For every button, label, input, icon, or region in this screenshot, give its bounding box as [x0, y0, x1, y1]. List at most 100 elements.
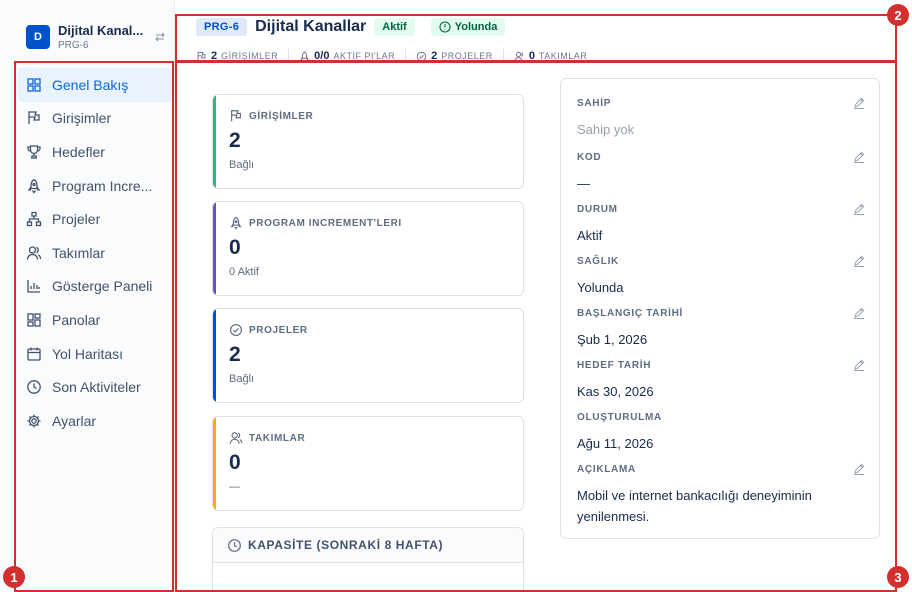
card-title: PROGRAM INCREMENT'LERI: [249, 217, 402, 229]
card-projeler[interactable]: PROJELER 2 Bağlı: [212, 308, 524, 403]
stat-label: AKTİF PI'LAR: [333, 51, 396, 61]
flag-icon: [231, 110, 241, 122]
field-label: AÇIKLAMA: [577, 464, 636, 475]
field-durum: DURUM Aktif: [577, 203, 865, 246]
project-avatar: D: [26, 25, 50, 49]
calendar-icon: [27, 347, 41, 361]
sidebar-item-ayarlar[interactable]: Ayarlar: [18, 404, 172, 438]
sidebar-item-label: Panolar: [52, 311, 101, 328]
sidebar-item-program-increment[interactable]: Program Incre...: [18, 169, 172, 203]
header-stats: 2 GİRİŞİMLER 0/0 AKTİF PI'LAR 2 PROJELER…: [196, 46, 896, 66]
stat-label: GİRİŞİMLER: [221, 51, 279, 61]
status-badge: Aktif: [374, 18, 415, 36]
field-label: BAŞLANGIÇ TARİHİ: [577, 308, 684, 319]
sidebar-item-label: Yol Haritası: [52, 345, 124, 362]
sidebar-item-son-aktiviteler[interactable]: Son Aktiviteler: [18, 370, 172, 404]
project-key: PRG-6: [58, 40, 89, 51]
stat-value: 2: [431, 50, 438, 62]
flag-icon: [28, 111, 40, 125]
title-row: PRG-6 Dijital Kanallar Aktif Yolunda: [196, 14, 896, 40]
check-circle-icon: [230, 324, 242, 336]
field-value: Şub 1, 2026: [577, 332, 648, 347]
card-value: 2: [229, 129, 241, 152]
field-label: HEDEF TARİH: [577, 360, 652, 371]
rocket-icon: [230, 216, 242, 230]
check-circle-icon: [416, 51, 427, 61]
field-aciklama: AÇIKLAMA Mobil ve internet bankacılığı d…: [577, 463, 865, 527]
project-switcher[interactable]: D Dijital Kanal... PRG-6: [26, 22, 168, 56]
field-value: Yolunda: [577, 280, 624, 295]
info-icon: [439, 21, 451, 33]
card-girisimler[interactable]: GİRİŞİMLER 2 Bağlı: [212, 94, 524, 189]
field-sahip: SAHİP Sahip yok: [577, 97, 865, 140]
switch-icon[interactable]: [154, 31, 166, 43]
sidebar-item-gosterge-paneli[interactable]: Gösterge Paneli: [18, 270, 172, 304]
clock-icon: [27, 380, 41, 394]
field-hedef-tarih: HEDEF TARİH Kas 30, 2026: [577, 359, 865, 402]
card-accent: [213, 309, 216, 402]
sidebar-item-takimlar[interactable]: Takımlar: [18, 236, 172, 270]
field-value: Ağu 11, 2026: [577, 436, 654, 451]
sidebar-item-panolar[interactable]: Panolar: [18, 303, 172, 337]
pencil-icon[interactable]: [853, 359, 865, 371]
card-header: TAKIMLAR: [229, 431, 305, 445]
pencil-icon[interactable]: [853, 203, 865, 215]
field-label: SAHİP: [577, 98, 612, 109]
card-value: 0: [229, 236, 241, 259]
sidebar-item-projeler[interactable]: Projeler: [18, 202, 172, 236]
trophy-icon: [27, 145, 41, 159]
pencil-icon[interactable]: [853, 255, 865, 267]
card-subtitle: 0 Aktif: [229, 266, 259, 278]
sidebar-nav: Genel Bakış Girişimler Hedefler Program …: [18, 68, 172, 438]
card-program-increments[interactable]: PROGRAM INCREMENT'LERI 0 0 Aktif: [212, 201, 524, 296]
sidebar-item-label: Girişimler: [52, 110, 112, 127]
field-label: OLUŞTURULMA: [577, 412, 662, 423]
page-header: PRG-6 Dijital Kanallar Aktif Yolunda 2 G…: [196, 14, 896, 63]
card-title: PROJELER: [249, 324, 308, 336]
annotation-marker-2: 2: [887, 4, 909, 26]
sidebar-item-label: Genel Bakış: [52, 76, 129, 93]
card-subtitle: Bağlı: [229, 373, 255, 385]
pencil-icon[interactable]: [853, 97, 865, 109]
card-accent: [213, 417, 216, 510]
field-value: Mobil ve internet bankacılığı deneyimini…: [577, 488, 812, 524]
rocket-icon: [27, 178, 41, 194]
stat-value: 2: [211, 50, 218, 62]
field-value: —: [577, 176, 590, 191]
pencil-icon[interactable]: [853, 307, 865, 319]
sidebar-item-genel-bakis[interactable]: Genel Bakış: [18, 68, 172, 102]
grid-icon: [27, 78, 41, 92]
field-olusturulma: OLUŞTURULMA Ağu 11, 2026: [577, 411, 865, 454]
pencil-icon[interactable]: [853, 463, 865, 475]
sidebar-item-label: Takımlar: [52, 244, 105, 261]
annotation-marker-1: 1: [3, 566, 25, 588]
sidebar-item-label: Ayarlar: [52, 412, 97, 429]
people-icon: [26, 246, 42, 260]
field-kod: KOD —: [577, 151, 865, 194]
stat-takimlar: 0 TAKIMLAR: [514, 49, 597, 63]
stat-value: 0: [528, 50, 535, 62]
card-subtitle: Bağlı: [229, 159, 255, 171]
stat-value: 0/0: [314, 50, 330, 62]
capacity-panel: KAPASİTE (SONRAKİ 8 HAFTA): [212, 527, 524, 592]
stat-projeler: 2 PROJELER: [416, 49, 504, 63]
health-badge: Yolunda: [430, 18, 506, 36]
health-label: Yolunda: [454, 21, 498, 33]
sidebar-item-girisimler[interactable]: Girişimler: [18, 102, 172, 136]
sidebar-item-yol-haritasi[interactable]: Yol Haritası: [18, 337, 172, 371]
card-value: 0: [229, 451, 241, 474]
stat-label: PROJELER: [441, 51, 493, 61]
gear-icon: [27, 414, 41, 428]
sidebar-item-label: Program Incre...: [52, 177, 153, 194]
card-title: TAKIMLAR: [249, 432, 306, 444]
field-label: DURUM: [577, 204, 618, 215]
rocket-icon: [300, 50, 309, 60]
card-subtitle: —: [229, 481, 240, 493]
pencil-icon[interactable]: [853, 151, 865, 163]
sidebar-item-hedefler[interactable]: Hedefler: [18, 135, 172, 169]
sidebar-item-label: Hedefler: [52, 143, 105, 160]
bar-chart-icon: [27, 280, 40, 294]
field-baslangic-tarihi: BAŞLANGIÇ TARİHİ Şub 1, 2026: [577, 307, 865, 350]
card-takimlar[interactable]: TAKIMLAR 0 —: [212, 416, 524, 511]
hierarchy-icon: [26, 212, 42, 227]
